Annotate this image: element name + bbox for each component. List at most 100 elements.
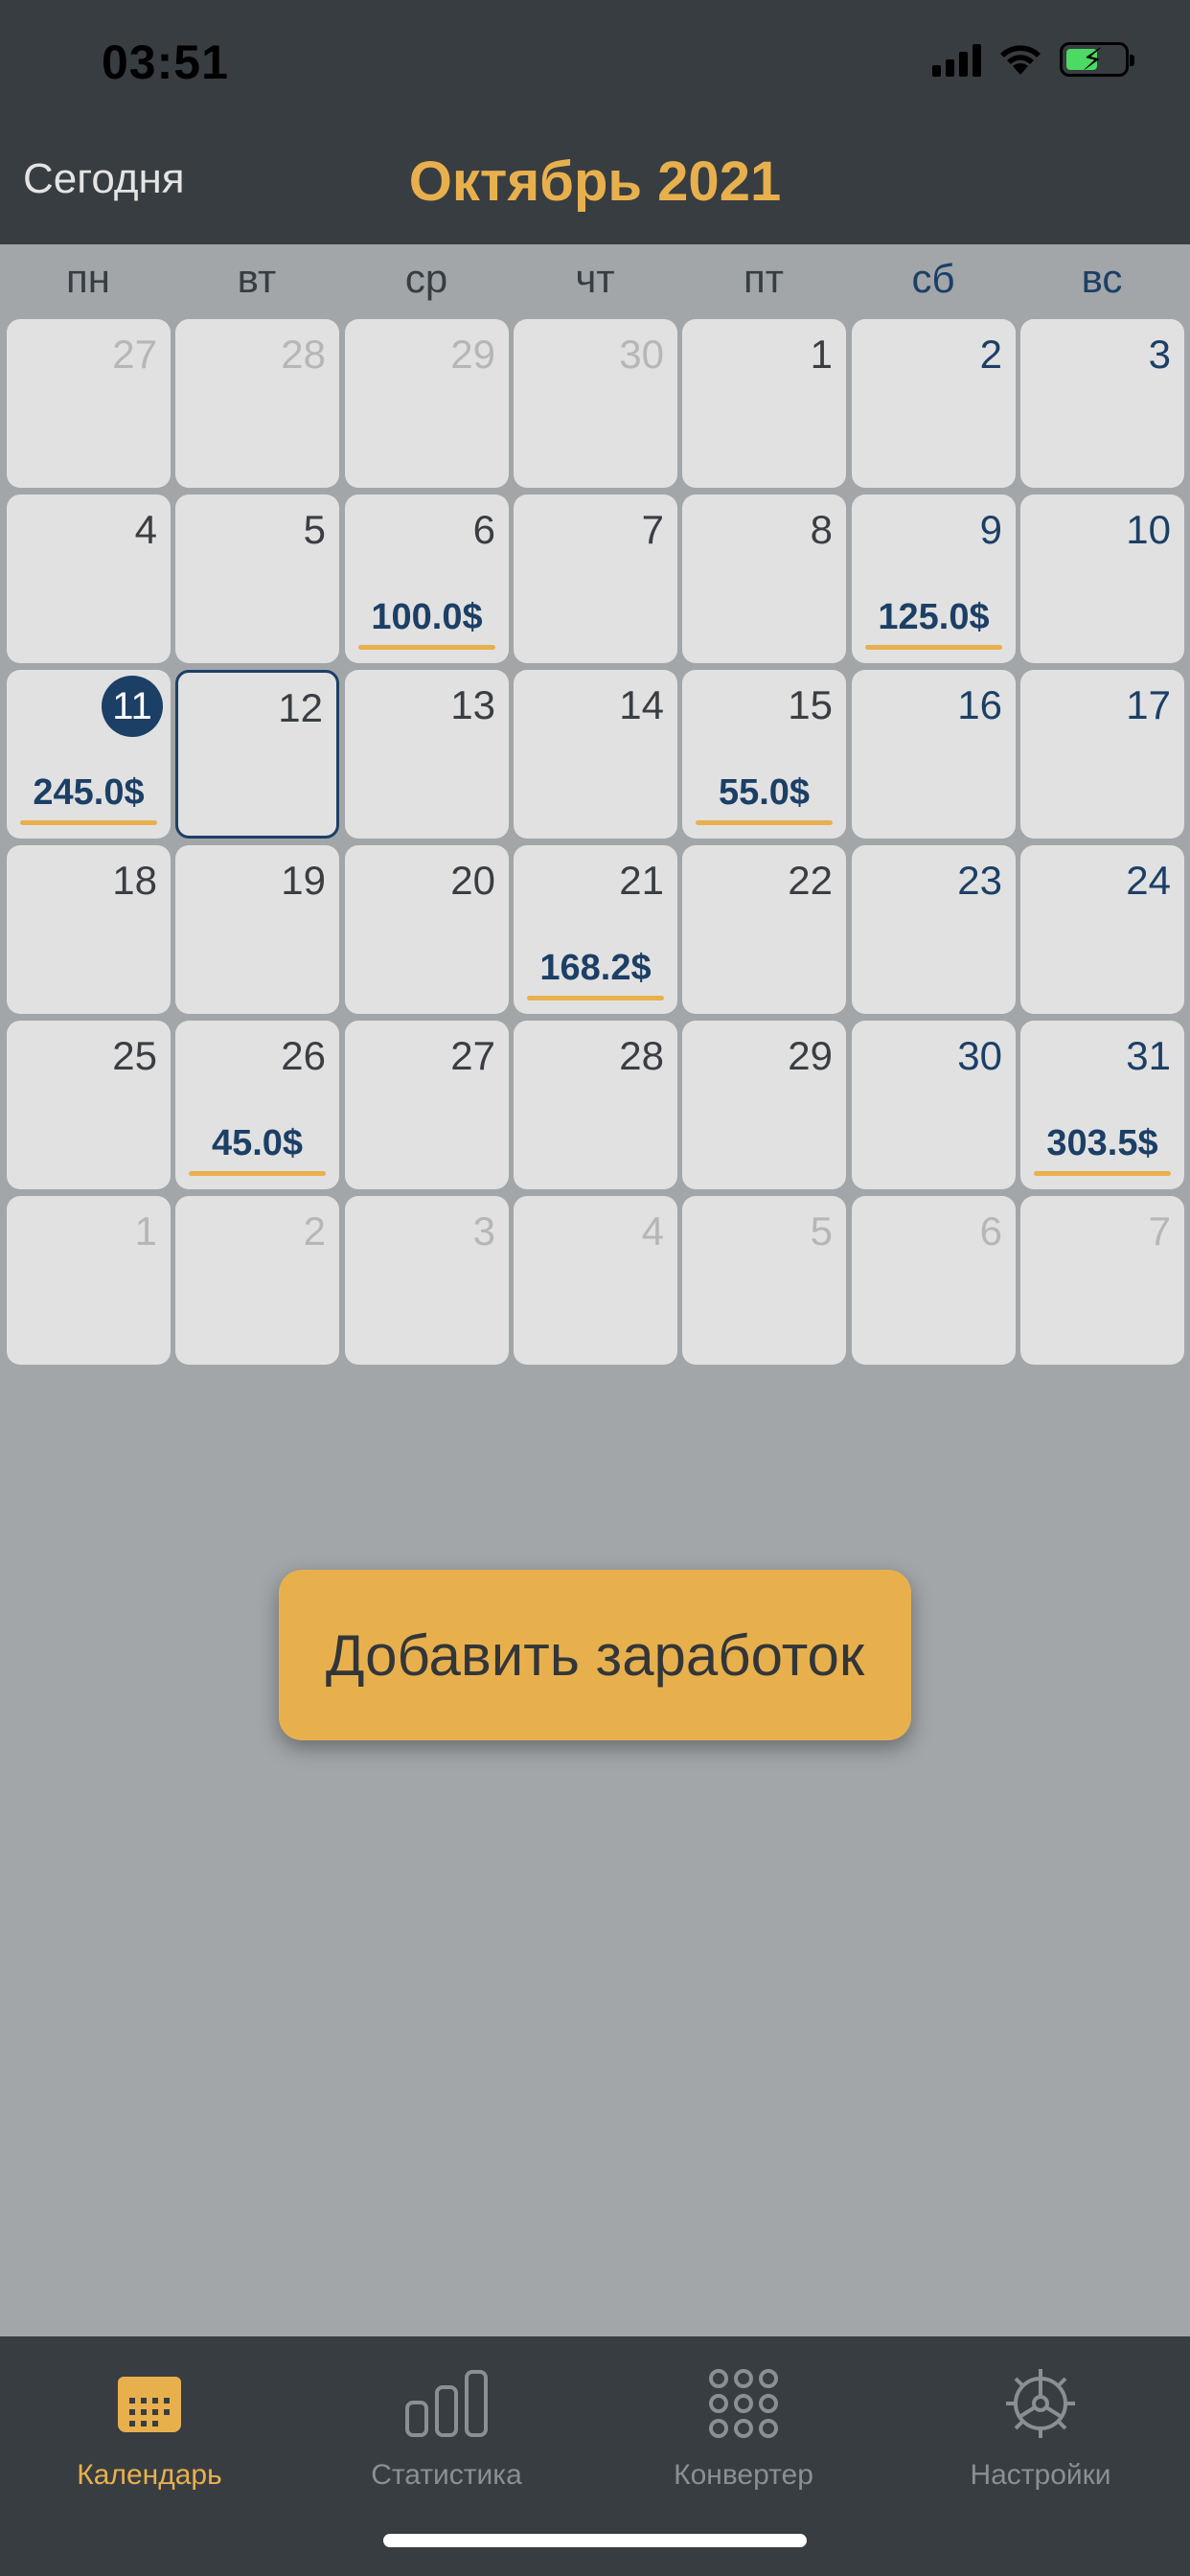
calendar-day-cell[interactable]: 3 <box>345 1196 509 1365</box>
day-number: 14 <box>619 682 664 727</box>
calendar-day-cell[interactable]: 5 <box>682 1196 846 1365</box>
calendar-day-cell[interactable]: 2 <box>852 319 1016 488</box>
day-number: 9 <box>979 507 1002 552</box>
tab-statistics[interactable]: Статистика <box>322 2356 571 2518</box>
day-number: 3 <box>472 1208 495 1254</box>
day-number: 17 <box>1126 682 1171 727</box>
calendar-day-cell[interactable]: 8 <box>682 494 846 663</box>
day-number: 20 <box>450 858 495 903</box>
calendar-day-cell[interactable]: 6 <box>852 1196 1016 1365</box>
calendar-day-cell[interactable]: 15 55.0$ <box>682 670 846 839</box>
earning-amount: 100.0$ <box>371 597 483 637</box>
day-number: 25 <box>112 1033 157 1078</box>
calendar-day-cell[interactable]: 24 <box>1020 845 1184 1014</box>
day-number: 26 <box>281 1033 326 1078</box>
day-number: 21 <box>619 858 664 903</box>
tab-converter-label: Конвертер <box>674 2459 813 2491</box>
day-number: 23 <box>957 858 1002 903</box>
day-number: 29 <box>450 332 495 377</box>
calendar-day-cell[interactable]: 13 <box>345 670 509 839</box>
earning-underline <box>189 1171 326 1176</box>
day-number: 2 <box>303 1208 326 1254</box>
calendar-day-cell[interactable]: 21 168.2$ <box>514 845 677 1014</box>
earning-underline <box>527 996 664 1000</box>
calendar-day-cell[interactable]: 20 <box>345 845 509 1014</box>
day-number: 4 <box>134 507 157 552</box>
day-number: 31 <box>1126 1033 1171 1078</box>
calendar-day-cell[interactable]: 27 <box>345 1021 509 1189</box>
calendar-day-cell[interactable]: 7 <box>1020 1196 1184 1365</box>
bar-chart-icon <box>322 2356 571 2451</box>
tab-converter[interactable]: Конвертер <box>619 2356 868 2518</box>
calendar-day-cell[interactable]: 30 <box>514 319 677 488</box>
day-number: 4 <box>641 1208 664 1254</box>
calendar-day-cell[interactable]: 30 <box>852 1021 1016 1189</box>
earning-underline <box>696 820 833 825</box>
earning-amount: 55.0$ <box>718 772 811 813</box>
calendar-day-cell[interactable]: 1 <box>7 1196 171 1365</box>
tab-settings-label: Настройки <box>970 2459 1111 2491</box>
calendar-day-cell[interactable]: 31 303.5$ <box>1020 1021 1184 1189</box>
earning-amount: 168.2$ <box>539 948 652 988</box>
calendar-day-cell[interactable]: 6 100.0$ <box>345 494 509 663</box>
day-number: 28 <box>619 1033 664 1078</box>
today-day-number: 11 <box>102 676 163 737</box>
calendar-day-cell[interactable]: 19 <box>175 845 339 1014</box>
gear-icon <box>916 2356 1165 2451</box>
earning-underline <box>865 645 1002 650</box>
calendar-day-cell[interactable]: 1 <box>682 319 846 488</box>
calendar-day-cell[interactable]: 28 <box>175 319 339 488</box>
day-number: 27 <box>450 1033 495 1078</box>
calendar-day-cell[interactable]: 14 <box>514 670 677 839</box>
calendar-day-cell[interactable]: 7 <box>514 494 677 663</box>
grid-dots-icon <box>619 2356 868 2451</box>
calendar-day-cell[interactable]: 23 <box>852 845 1016 1014</box>
calendar-day-cell[interactable]: 2 <box>175 1196 339 1365</box>
day-number: 6 <box>979 1208 1002 1254</box>
day-number: 1 <box>810 332 833 377</box>
add-earnings-button[interactable]: Добавить заработок <box>279 1570 911 1740</box>
earning-amount: 303.5$ <box>1046 1123 1158 1163</box>
calendar-day-cell[interactable]: 26 45.0$ <box>175 1021 339 1189</box>
day-number: 6 <box>472 507 495 552</box>
calendar-day-cell[interactable]: 10 <box>1020 494 1184 663</box>
day-number: 10 <box>1126 507 1171 552</box>
tab-statistics-label: Статистика <box>371 2459 522 2491</box>
earning-amount: 125.0$ <box>878 597 990 637</box>
day-number: 16 <box>957 682 1002 727</box>
calendar-day-cell[interactable]: 25 <box>7 1021 171 1189</box>
day-number: 5 <box>303 507 326 552</box>
calendar-day-cell[interactable]: 29 <box>345 319 509 488</box>
tab-settings[interactable]: Настройки <box>916 2356 1165 2518</box>
calendar-day-cell[interactable]: 12 <box>175 670 339 839</box>
calendar-day-cell[interactable]: 28 <box>514 1021 677 1189</box>
day-number: 19 <box>281 858 326 903</box>
day-number: 3 <box>1148 332 1171 377</box>
day-number: 7 <box>1148 1208 1171 1254</box>
earning-amount: 245.0$ <box>33 772 145 813</box>
tab-calendar[interactable]: Календарь <box>25 2356 274 2518</box>
calendar-day-cell[interactable]: 27 <box>7 319 171 488</box>
earning-underline <box>1034 1171 1171 1176</box>
day-number: 13 <box>450 682 495 727</box>
calendar-day-cell[interactable]: 17 <box>1020 670 1184 839</box>
calendar-day-cell[interactable]: 18 <box>7 845 171 1014</box>
day-number: 30 <box>957 1033 1002 1078</box>
calendar-icon <box>25 2356 274 2451</box>
day-number: 24 <box>1126 858 1171 903</box>
calendar-day-cell[interactable]: 16 <box>852 670 1016 839</box>
calendar-day-cell[interactable]: 22 <box>682 845 846 1014</box>
day-number: 5 <box>810 1208 833 1254</box>
calendar-day-cell[interactable]: 4 <box>7 494 171 663</box>
calendar-day-cell[interactable]: 4 <box>514 1196 677 1365</box>
calendar-day-cell[interactable]: 3 <box>1020 319 1184 488</box>
day-number: 30 <box>619 332 664 377</box>
calendar-day-cell[interactable]: 11 245.0$ <box>7 670 171 839</box>
calendar-day-cell[interactable]: 9 125.0$ <box>852 494 1016 663</box>
day-number: 29 <box>788 1033 833 1078</box>
day-number: 27 <box>112 332 157 377</box>
calendar-day-cell[interactable]: 5 <box>175 494 339 663</box>
calendar-day-cell[interactable]: 29 <box>682 1021 846 1189</box>
earning-underline <box>20 820 157 825</box>
earning-amount: 45.0$ <box>211 1123 304 1163</box>
